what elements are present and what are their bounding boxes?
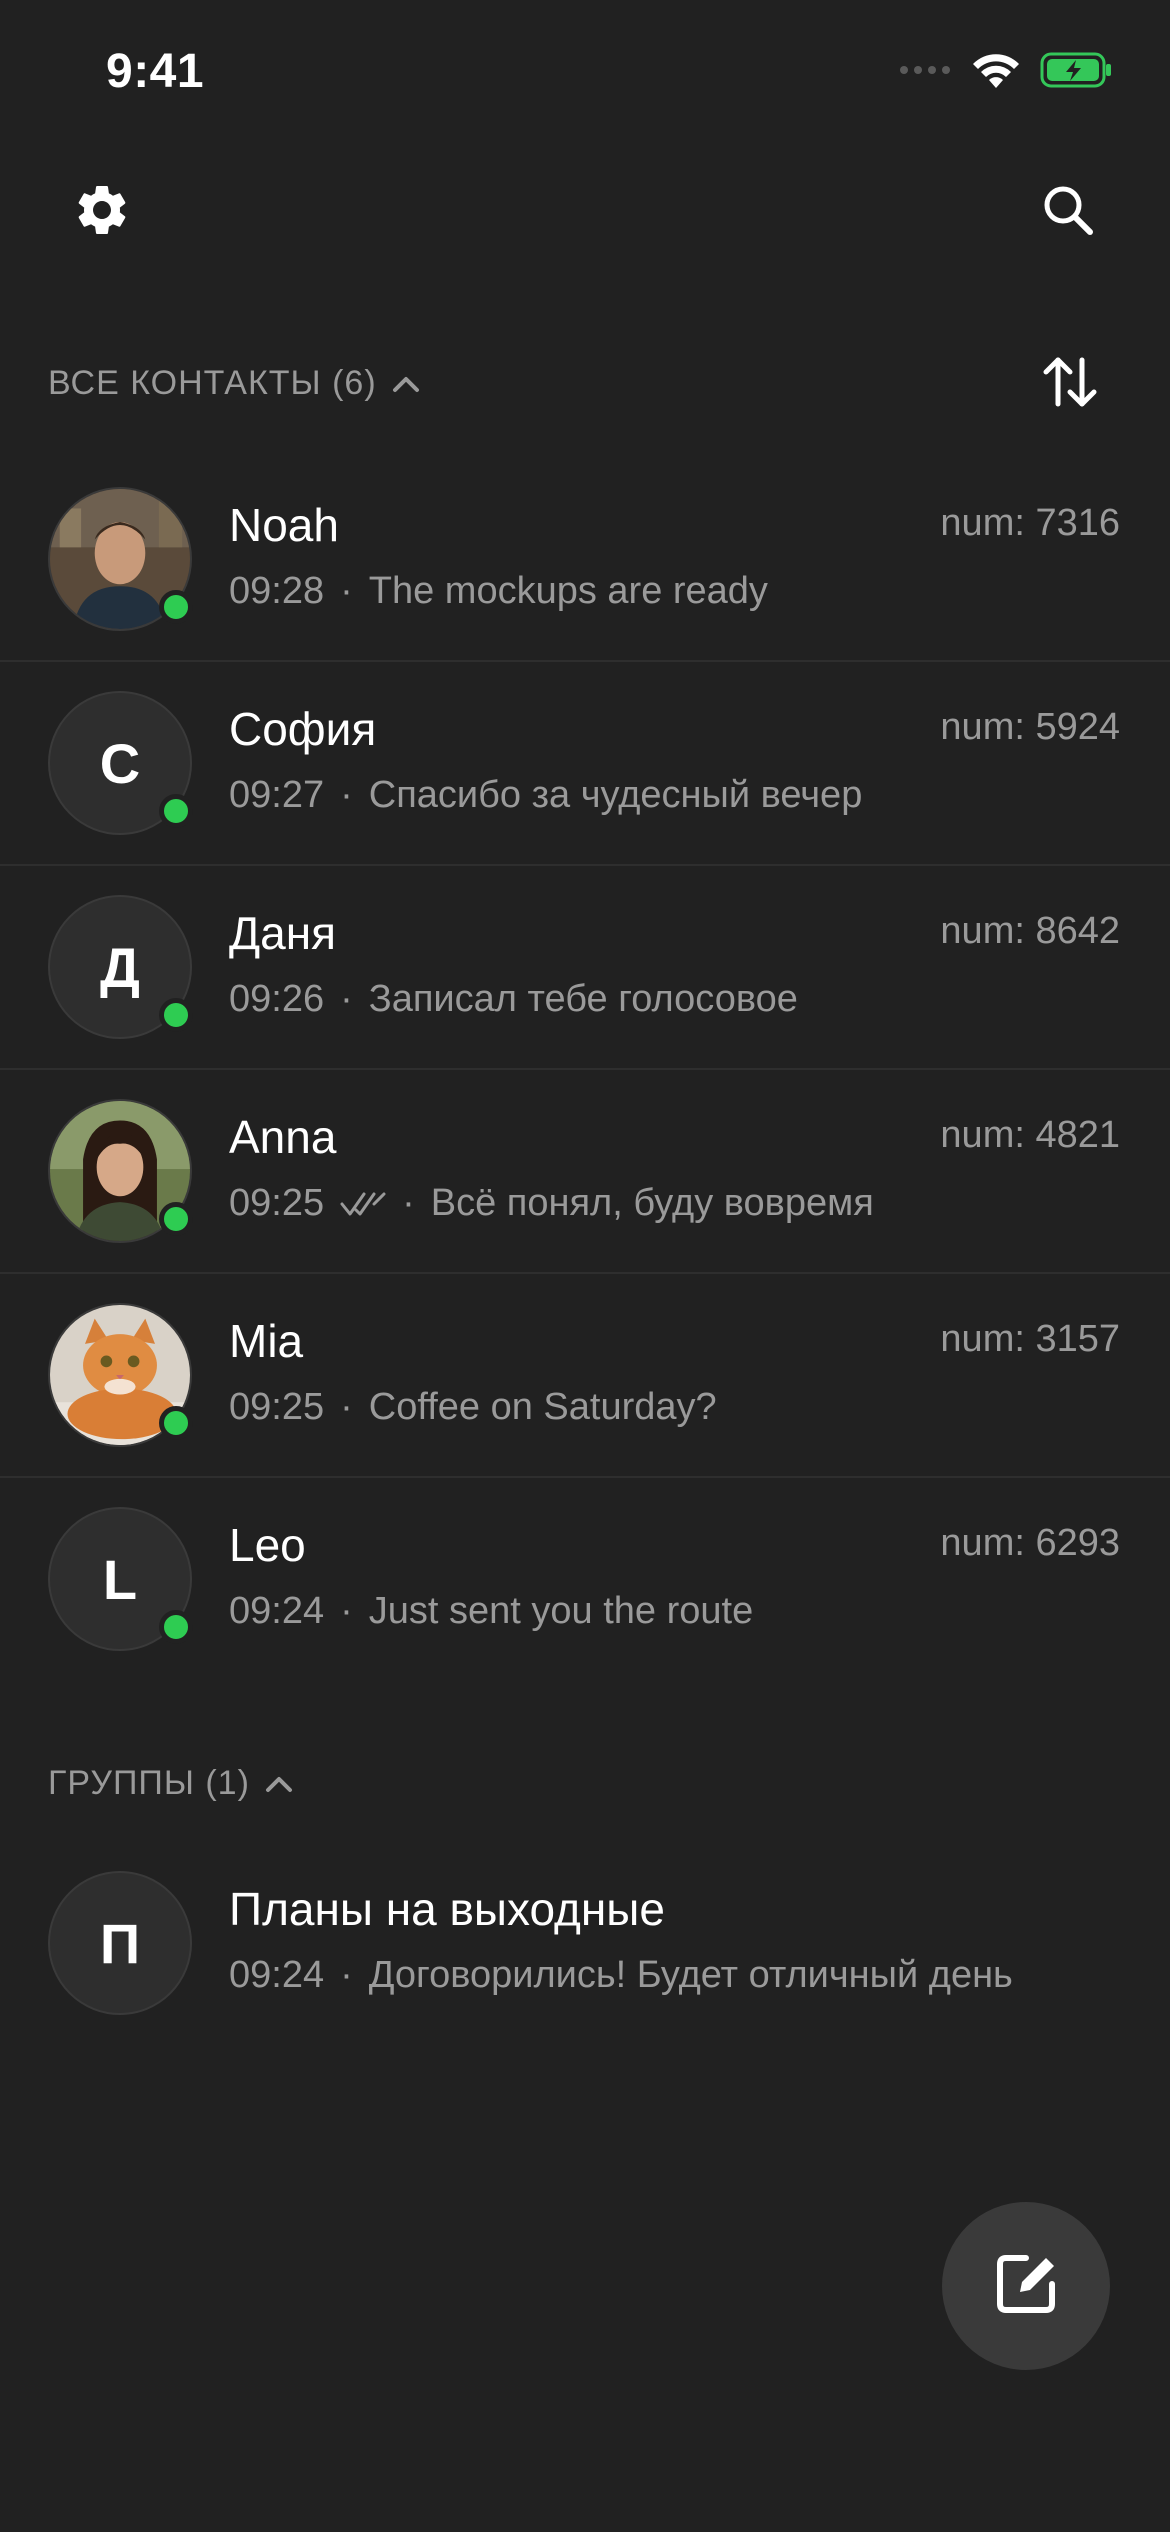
contacts-section-title: ВСЕ КОНТАКТЫ (6) [48,364,377,402]
contact-num: num: 3157 [940,1318,1120,1360]
sort-button[interactable] [1032,346,1108,422]
contact-name: София [229,703,377,755]
contact-num: num: 7316 [940,502,1120,544]
message-text: Спасибо за чудесный вечер [368,774,863,816]
status-time: 9:41 [106,45,205,98]
wifi-icon [970,50,1022,95]
message-time: 09:24 [229,1954,325,1996]
groups-list: П Планы на выходные 09:24 · Договорились… [0,1842,1170,2046]
contact-row-anna[interactable]: Anna num: 4821 09:25 · Всё понял, буду в… [0,1070,1170,1274]
separator: · [340,570,353,612]
separator: · [340,1386,353,1428]
contact-name: Даня [229,907,337,959]
gear-icon [72,180,132,245]
contact-row-danya[interactable]: Д Даня num: 8642 09:26 · Записал тебе го… [0,866,1170,1070]
separator: · [340,774,353,816]
contact-num: num: 6293 [940,1522,1120,1564]
message-time: 09:25 [229,1182,325,1224]
online-indicator [159,998,193,1032]
message-preview: 09:25 · Всё понял, буду вовремя [229,1182,874,1225]
contact-num: num: 4821 [940,1114,1120,1156]
message-time: 09:26 [229,978,325,1020]
groups-section-title: ГРУППЫ (1) [48,1764,250,1802]
contact-name: Leo [229,1519,306,1571]
message-preview: 09:27 · Спасибо за чудесный вечер [229,774,862,817]
search-icon [1040,182,1096,243]
message-text: Всё понял, буду вовремя [430,1182,874,1224]
separator: · [340,1954,353,1996]
chevron-up-icon [391,364,421,403]
contact-row-sofia[interactable]: С София num: 5924 09:27 · Спасибо за чуд… [0,662,1170,866]
read-ticks-icon [340,1190,386,1218]
message-preview: 09:28 · The mockups are ready [229,570,768,613]
message-preview: 09:24 · Договорились! Будет отличный ден… [229,1954,1013,1997]
message-text: Coffee on Saturday? [368,1386,717,1428]
online-indicator [159,1202,193,1236]
message-time: 09:27 [229,774,325,816]
contact-name: Mia [229,1315,304,1367]
avatar-letter: П [48,1871,192,2015]
contacts-section-header[interactable]: ВСЕ КОНТАКТЫ (6) [48,364,421,403]
online-indicator [159,590,193,624]
message-preview: 09:24 · Just sent you the route [229,1590,753,1633]
separator: · [340,978,353,1020]
message-preview: 09:26 · Записал тебе голосовое [229,978,798,1021]
contact-row-noah[interactable]: Noah num: 7316 09:28 · The mockups are r… [0,458,1170,662]
message-text: Just sent you the route [368,1590,754,1632]
compose-button[interactable] [942,2202,1110,2370]
group-row[interactable]: П Планы на выходные 09:24 · Договорились… [0,1842,1170,2046]
contact-row-mia[interactable]: Mia num: 3157 09:25 · Coffee on Saturday… [0,1274,1170,1478]
online-indicator [159,1610,193,1644]
search-button[interactable] [1028,172,1108,252]
group-name: Планы на выходные [229,1883,665,1935]
separator: · [402,1182,415,1224]
message-preview: 09:25 · Coffee on Saturday? [229,1386,717,1429]
separator: · [340,1590,353,1632]
sort-arrows-icon [1040,354,1100,415]
status-icons [898,50,1114,95]
contact-num: num: 5924 [940,706,1120,748]
message-time: 09:25 [229,1386,325,1428]
contact-num: num: 8642 [940,910,1120,952]
message-text: The mockups are ready [368,570,768,612]
chevron-up-icon [264,1764,294,1803]
status-bar: 9:41 [0,0,1170,150]
online-indicator [159,1406,193,1440]
message-text: Записал тебе голосовое [368,978,798,1020]
message-time: 09:28 [229,570,325,612]
contacts-list: Noah num: 7316 09:28 · The mockups are r… [0,458,1170,1682]
settings-button[interactable] [62,172,142,252]
contact-name: Anna [229,1111,337,1163]
contact-row-leo[interactable]: L Leo num: 6293 09:24 · Just sent you th… [0,1478,1170,1682]
battery-icon [1040,52,1114,93]
message-text: Договорились! Будет отличный день [368,1954,1013,1996]
compose-icon [990,2248,1062,2325]
cellular-signal-icon [898,63,952,82]
message-time: 09:24 [229,1590,325,1632]
contact-name: Noah [229,499,339,551]
groups-section-header[interactable]: ГРУППЫ (1) [48,1764,294,1803]
online-indicator [159,794,193,828]
